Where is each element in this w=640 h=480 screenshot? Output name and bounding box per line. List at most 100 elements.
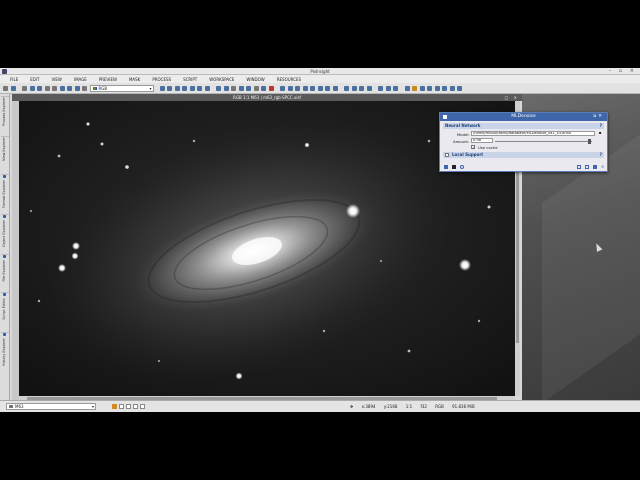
channel-select[interactable]: RGB ▾ [89, 84, 154, 92]
zoom-fit-icon[interactable] [204, 85, 210, 91]
real-time-preview-icon[interactable] [577, 165, 581, 169]
close-icon[interactable] [44, 85, 50, 91]
dynamic-crop-icon[interactable] [238, 85, 244, 91]
view-6-icon[interactable] [442, 85, 447, 91]
stf-reset-icon[interactable] [268, 85, 274, 91]
amount-field[interactable]: 0.98 [471, 138, 493, 143]
tab-view-explorer[interactable]: View Explorer [1, 136, 9, 170]
tab-history-explorer[interactable]: History Explorer [1, 332, 9, 370]
image-icon[interactable] [74, 85, 80, 91]
menu-file[interactable]: FILE [10, 77, 18, 82]
window-controls[interactable]: – ▫ × [609, 68, 637, 75]
undo-icon[interactable] [59, 85, 65, 91]
help-icon[interactable]: ? [600, 123, 602, 129]
tool-k-icon[interactable] [359, 85, 364, 91]
tool-o-icon[interactable] [393, 85, 398, 91]
view-select[interactable]: M63 ▾ [6, 403, 96, 410]
fit-view-icon[interactable] [182, 85, 187, 91]
browse-icon[interactable]: ▪ [598, 131, 602, 135]
browse-doc-icon[interactable] [585, 165, 589, 169]
tool-e-icon[interactable] [310, 85, 315, 91]
new-icon[interactable] [3, 85, 8, 91]
pan-icon[interactable] [223, 85, 229, 91]
preview-icon[interactable] [231, 85, 236, 91]
zoom-in-icon[interactable] [167, 85, 172, 91]
settings-icon[interactable] [593, 165, 597, 169]
tool-d-icon[interactable] [302, 85, 308, 91]
section-local-support[interactable]: Local Support ? [443, 152, 604, 158]
menu-resources[interactable]: RESOURCES [277, 77, 301, 82]
print-icon[interactable] [52, 85, 57, 91]
save-icon[interactable] [29, 85, 35, 91]
tool-l-icon[interactable] [366, 85, 372, 91]
menu-workspace[interactable]: WORKSPACE [209, 77, 234, 82]
zoom-1-1-icon[interactable] [189, 85, 195, 91]
view-4-icon[interactable] [427, 85, 432, 91]
dialog-close-icon[interactable]: ⇲✕ [592, 113, 604, 121]
local-support-checkbox[interactable] [445, 153, 449, 157]
menu-script[interactable]: SCRIPT [183, 77, 197, 82]
zoom-out-icon[interactable] [174, 85, 180, 91]
stf-status-icon[interactable] [112, 404, 117, 409]
vertical-scroll-thumb[interactable] [516, 143, 519, 343]
view-2-icon[interactable] [412, 85, 417, 91]
use-cache-checkbox[interactable]: ✓ [471, 145, 475, 150]
open-icon[interactable] [10, 85, 16, 91]
readout-icon[interactable] [216, 85, 221, 91]
tab-format-explorer[interactable]: Format Explorer [1, 174, 9, 210]
zoom-2-1-icon[interactable] [197, 85, 202, 91]
tool-f-icon[interactable] [317, 85, 323, 91]
menu-view[interactable]: VIEW [51, 77, 61, 82]
redo-icon[interactable] [67, 85, 72, 91]
stf-icon[interactable] [261, 85, 266, 91]
tool-m-icon[interactable] [378, 85, 383, 91]
explorer-icon [3, 293, 6, 296]
amount-slider[interactable] [495, 139, 592, 144]
image-window-controls[interactable]: ▢ ✕ [505, 94, 519, 101]
menu-window[interactable]: WINDOW [246, 77, 264, 82]
invert-icon[interactable] [253, 85, 259, 91]
menu-edit[interactable]: EDIT [30, 77, 39, 82]
mask-status-icon[interactable] [119, 404, 124, 409]
model-field[interactable]: /home/mnoor/astro/database/MLDenoise_v41… [471, 131, 595, 136]
mask-icon[interactable] [246, 85, 251, 91]
channels-icon[interactable] [82, 85, 87, 91]
save-as-icon[interactable] [37, 85, 42, 91]
apply-icon[interactable] [452, 165, 456, 169]
view-7-icon[interactable] [449, 85, 455, 91]
preview-status-icon[interactable] [126, 404, 131, 409]
color-status-icon[interactable] [133, 404, 138, 409]
menu-mask[interactable]: MASK [129, 77, 140, 82]
tab-file-explorer[interactable]: File Explorer [1, 254, 9, 288]
reset-icon[interactable]: ✕ [601, 165, 605, 169]
amount-slider-handle[interactable] [588, 139, 591, 144]
tab-object-explorer[interactable]: Object Explorer [1, 214, 9, 250]
view-1-icon[interactable] [404, 85, 410, 91]
menu-preview[interactable]: PREVIEW [99, 77, 117, 82]
apply-global-icon[interactable] [460, 165, 464, 169]
link-icon[interactable] [22, 85, 27, 91]
tool-j-icon[interactable] [351, 85, 357, 91]
tool-a-icon[interactable] [280, 85, 285, 91]
tab-script-editor[interactable]: Script Editor [1, 292, 9, 328]
menu-process[interactable]: PROCESS [152, 77, 171, 82]
menu-image[interactable]: IMAGE [74, 77, 87, 82]
tab-process-explorer[interactable]: Process Explorer [1, 96, 9, 134]
new-instance-icon[interactable] [444, 165, 448, 169]
view-8-icon[interactable] [457, 85, 462, 91]
view-3-icon[interactable] [419, 85, 425, 91]
info-status-icon[interactable] [140, 404, 145, 409]
section-neural-network[interactable]: Neural Network ? [443, 123, 604, 129]
dialog-titlebar[interactable]: MLDenoise ⇲✕ [440, 113, 607, 121]
zoom-level: 1:1 [405, 404, 413, 409]
view-5-icon[interactable] [434, 85, 440, 91]
move-icon[interactable] [159, 85, 165, 91]
help-icon[interactable]: ? [600, 152, 602, 158]
tool-n-icon[interactable] [385, 85, 391, 91]
tool-h-icon[interactable] [332, 85, 338, 91]
tool-b-icon[interactable] [287, 85, 293, 91]
tool-c-icon[interactable] [295, 85, 300, 91]
tool-g-icon[interactable] [325, 85, 330, 91]
model-label: Model: [457, 132, 470, 137]
tool-i-icon[interactable] [344, 85, 349, 91]
